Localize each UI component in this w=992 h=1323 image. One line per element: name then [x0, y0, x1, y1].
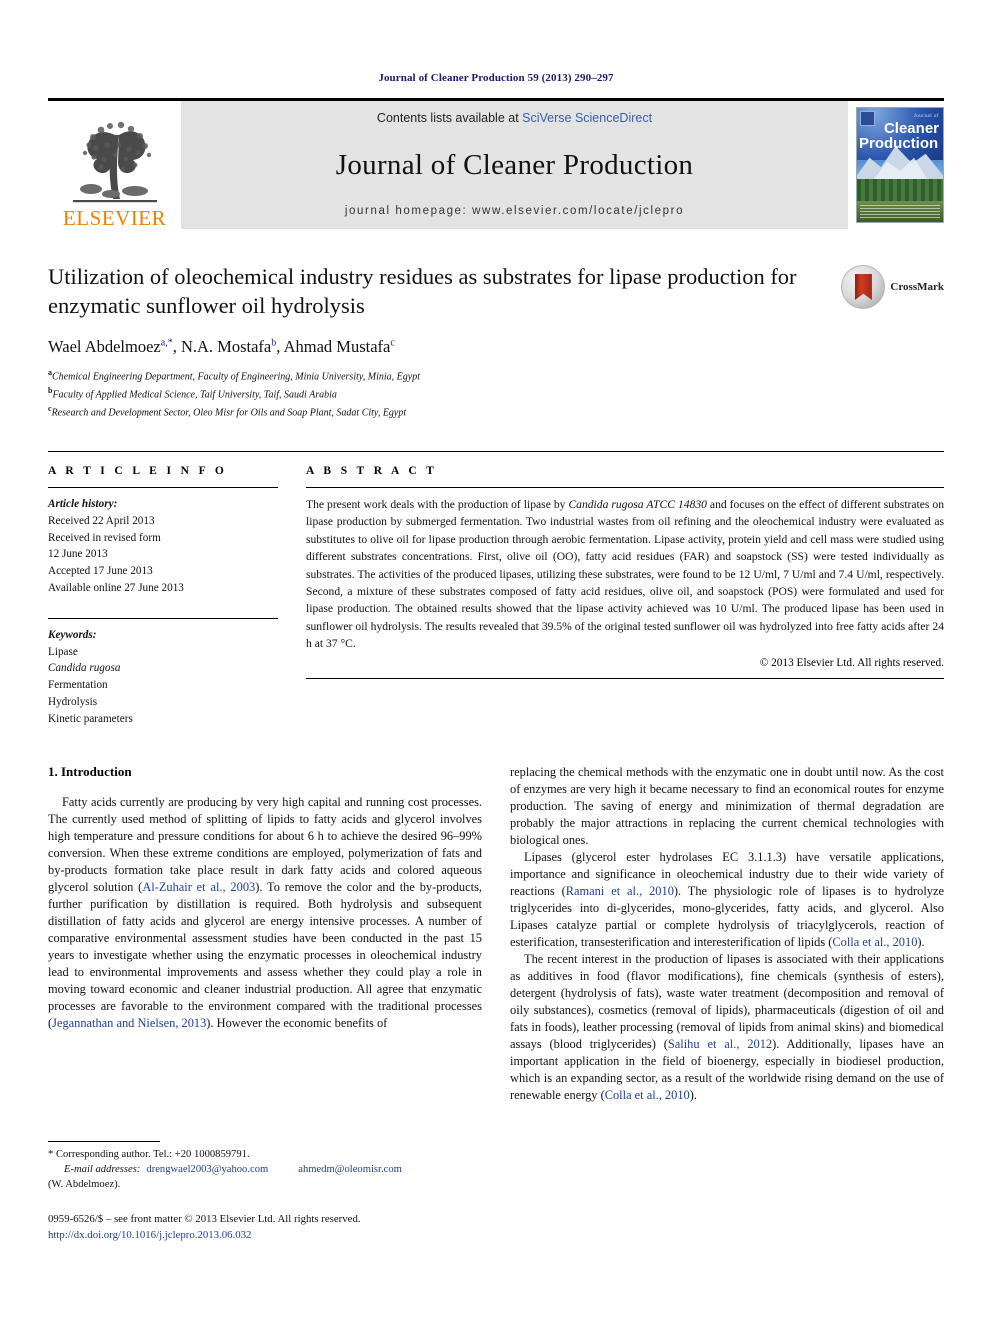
body-column-left: 1. Introduction Fatty acids currently ar…	[48, 764, 482, 1105]
email-link-2[interactable]: ahmedm@oleomisr.com	[298, 1162, 402, 1177]
abstract-text: The present work deals with the producti…	[306, 497, 945, 651]
footnote-email-line: E-mail addresses: drengwael2003@yahoo.co…	[48, 1162, 484, 1177]
abstract-column: A B S T R A C T The present work deals w…	[306, 465, 944, 728]
cover-journal-of-label: Journal of	[913, 114, 939, 119]
info-abstract-band: A R T I C L E I N F O Article history: R…	[48, 450, 944, 728]
page-title: Utilization of oleochemical industry res…	[48, 264, 797, 318]
journal-cover-thumbnail: Journal of Cleaner Production	[856, 107, 944, 223]
affiliation-item: aChemical Engineering Department, Facult…	[48, 367, 944, 385]
masthead-center: Contents lists available at SciVerse Sci…	[181, 101, 848, 229]
affiliation-item: bFaculty of Applied Medical Science, Tai…	[48, 385, 944, 403]
elsevier-tree-icon	[72, 121, 157, 203]
history-item: Accepted 17 June 2013	[48, 565, 153, 578]
abstract-copyright: © 2013 Elsevier Ltd. All rights reserved…	[759, 657, 944, 670]
article-info-heading: A R T I C L E I N F O	[48, 464, 228, 477]
page-footer: 0959-6526/$ – see front matter © 2013 El…	[48, 1212, 508, 1243]
article-info-column: A R T I C L E I N F O Article history: R…	[48, 465, 278, 728]
divider	[48, 1141, 160, 1142]
title-text-wrap: Utilization of oleochemical industry res…	[48, 263, 841, 321]
keyword-item: Lipase	[48, 645, 78, 658]
history-item: 12 June 2013	[48, 548, 108, 561]
contents-available-line: Contents lists available at SciVerse Sci…	[377, 111, 652, 125]
affiliation-text: Research and Development Sector, Oleo Mi…	[51, 407, 407, 419]
history-item: Available online 27 June 2013	[48, 581, 184, 594]
elsevier-wordmark: ELSEVIER	[62, 206, 167, 230]
cover-bottom-text-block	[860, 205, 940, 219]
paragraph: replacing the chemical methods with the …	[510, 764, 944, 847]
journal-title: Journal of Cleaner Production	[335, 148, 694, 181]
title-block: Utilization of oleochemical industry res…	[48, 263, 944, 321]
journal-homepage-link[interactable]: journal homepage: www.elsevier.com/locat…	[345, 205, 684, 217]
footnote-corresponding: * Corresponding author. Tel.: +20 100085…	[48, 1149, 250, 1160]
corresponding-author-footnote: * Corresponding author. Tel.: +20 100085…	[48, 1141, 484, 1192]
body-columns: 1. Introduction Fatty acids currently ar…	[48, 764, 944, 1105]
paragraph: Lipases (glycerol ester hydrolases EC 3.…	[510, 849, 944, 949]
keywords-body: Keywords: Lipase Candida rugosa Fermenta…	[48, 627, 278, 728]
author-list: Wael Abdelmoeza,*, N.A. Mostafab, Ahmad …	[48, 336, 395, 356]
divider	[306, 678, 944, 680]
affiliation-item: cResearch and Development Sector, Oleo M…	[48, 403, 944, 421]
crossmark-ribbon-shape	[854, 274, 872, 300]
keyword-item: Candida rugosa	[48, 662, 121, 675]
affiliation-list: aChemical Engineering Department, Facult…	[48, 367, 944, 421]
journal-masthead: ELSEVIER Contents lists available at Sci…	[48, 98, 944, 229]
abstract-heading: A B S T R A C T	[306, 464, 438, 477]
sciencedirect-link[interactable]: SciVerse ScienceDirect	[522, 111, 652, 125]
paper-page: Journal of Cleaner Production 59 (2013) …	[0, 0, 992, 1323]
affiliation-text: Chemical Engineering Department, Faculty…	[52, 370, 420, 382]
issn-copyright-line: 0959-6526/$ – see front matter © 2013 El…	[48, 1213, 361, 1225]
paragraph: The recent interest in the production of…	[510, 952, 944, 1103]
email-link-1[interactable]: drengwael2003@yahoo.com	[146, 1162, 268, 1177]
crossmark-label: CrossMark	[890, 281, 944, 293]
section-heading-introduction: 1. Introduction	[48, 763, 132, 779]
journal-cover-container: Journal of Cleaner Production	[848, 101, 944, 229]
article-history-label: Article history:	[48, 497, 118, 510]
body-column-right: replacing the chemical methods with the …	[510, 764, 944, 1105]
affiliation-text: Faculty of Applied Medical Science, Taif…	[52, 389, 337, 401]
keywords-label: Keywords:	[48, 628, 97, 641]
keyword-item: Fermentation	[48, 679, 108, 692]
article-history-block: Article history: Received 22 April 2013 …	[48, 496, 278, 597]
email-list: drengwael2003@yahoo.com ahmedm@oleomisr.…	[146, 1162, 401, 1177]
cover-title-line2: Production	[859, 135, 939, 152]
cover-trees	[857, 178, 943, 204]
history-item: Received 22 April 2013	[48, 514, 155, 527]
elsevier-logo: ELSEVIER	[48, 101, 181, 229]
crossmark-badge[interactable]: CrossMark	[841, 263, 944, 309]
paragraph: Fatty acids currently are producing by v…	[48, 794, 482, 1031]
running-head: Journal of Cleaner Production 59 (2013) …	[378, 72, 614, 84]
crossmark-icon	[841, 265, 886, 309]
doi-link[interactable]: http://dx.doi.org/10.1016/j.jclepro.2013…	[48, 1228, 508, 1244]
divider	[48, 617, 278, 619]
contents-prefix: Contents lists available at	[376, 111, 523, 125]
cover-title-line1: Cleaner	[883, 120, 939, 137]
divider	[306, 486, 944, 488]
email-addresses-label: E-mail addresses:	[64, 1164, 141, 1176]
footnote-email-owner: (W. Abdelmoez).	[48, 1179, 121, 1191]
keywords-block: Keywords: Lipase Candida rugosa Fermenta…	[48, 617, 278, 728]
keyword-item: Kinetic parameters	[48, 712, 133, 725]
keyword-item: Hydrolysis	[48, 695, 98, 708]
history-item: Received in revised form	[48, 531, 161, 544]
divider	[48, 486, 278, 488]
